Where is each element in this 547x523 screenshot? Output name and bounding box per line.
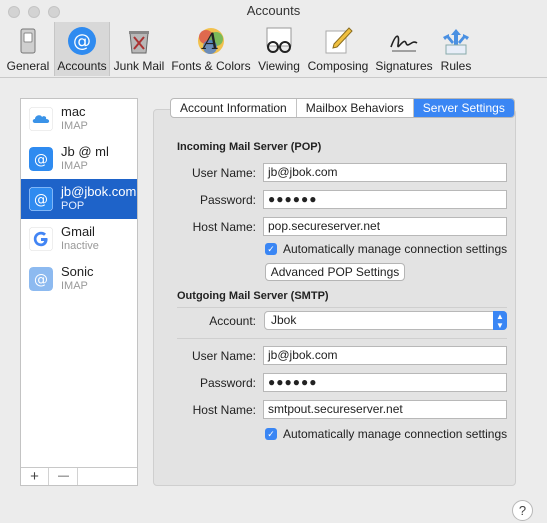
toolbar-signatures[interactable]: Signatures — [374, 22, 434, 76]
incoming-password-label: Password: — [199, 193, 256, 207]
outgoing-divider-2 — [177, 338, 507, 339]
account-item-mac[interactable]: mac IMAP — [21, 99, 137, 139]
outgoing-host-label: Host Name: — [192, 403, 256, 417]
advanced-pop-settings-button[interactable]: Advanced POP Settings — [265, 263, 405, 281]
switch-icon — [20, 28, 36, 54]
preferences-toolbar: General @ Accounts Junk Mail A Fonts & C… — [0, 22, 547, 78]
glasses-icon — [266, 27, 292, 53]
window-title: Accounts — [246, 3, 301, 18]
tab-mailbox-behaviors[interactable]: Mailbox Behaviors — [297, 99, 414, 117]
svg-text:@: @ — [34, 272, 48, 288]
settings-tabs: Account Information Mailbox Behaviors Se… — [170, 98, 515, 118]
tab-account-information[interactable]: Account Information — [171, 99, 297, 117]
outgoing-user-field[interactable]: jb@jbok.com — [263, 346, 507, 365]
toolbar-general[interactable]: General — [5, 22, 51, 76]
outgoing-user-label: User Name: — [191, 349, 256, 363]
at-sign-icon: @ — [68, 27, 96, 55]
svg-text:@: @ — [34, 152, 48, 168]
icloud-icon — [29, 107, 53, 131]
outgoing-auto-manage-checkbox[interactable]: ✓ — [265, 428, 277, 440]
incoming-host-field[interactable]: pop.secureserver.net — [263, 217, 507, 236]
google-g-icon — [29, 227, 53, 251]
toolbar-viewing[interactable]: Viewing — [256, 22, 302, 76]
incoming-user-field[interactable]: jb@jbok.com — [263, 163, 507, 182]
toolbar-composing[interactable]: Composing — [305, 22, 371, 76]
incoming-auto-manage-label: Automatically manage connection settings — [283, 242, 508, 256]
svg-text:@: @ — [34, 192, 48, 208]
outgoing-password-label: Password: — [199, 376, 256, 390]
toolbar-fonts-colors[interactable]: A Fonts & Colors — [169, 22, 253, 76]
account-item-gmail[interactable]: Gmail Inactive — [21, 219, 137, 259]
chevron-updown-icon: ▲ ▼ — [493, 311, 507, 330]
font-a-icon: A — [198, 28, 224, 55]
tab-server-settings[interactable]: Server Settings — [413, 99, 514, 117]
accounts-list: mac IMAP @ Jb @ ml IMAP @ jb@jbok.com PO… — [20, 98, 138, 486]
outgoing-auto-manage-label: Automatically manage connection settings — [283, 427, 508, 441]
minimize-window-button[interactable] — [28, 6, 40, 18]
toolbar-junk-mail[interactable]: Junk Mail — [112, 22, 166, 76]
signature-icon — [390, 35, 418, 52]
at-sign-icon: @ — [29, 187, 53, 211]
outgoing-account-value: Jbok — [271, 313, 297, 327]
account-item-sonic[interactable]: @ Sonic IMAP — [21, 259, 137, 299]
account-item-jb-ml[interactable]: @ Jb @ ml IMAP — [21, 139, 137, 179]
close-window-button[interactable] — [8, 6, 20, 18]
outgoing-password-field[interactable]: ●●●●●● — [263, 373, 507, 392]
pencil-icon — [325, 27, 353, 54]
at-sign-icon: @ — [29, 147, 53, 171]
rules-arrows-icon — [443, 29, 469, 55]
outgoing-divider — [177, 307, 507, 308]
add-account-button[interactable]: + — [21, 468, 49, 485]
incoming-user-label: User Name: — [191, 166, 256, 180]
incoming-host-label: Host Name: — [192, 220, 256, 234]
remove-account-button[interactable]: — — [50, 468, 78, 485]
accounts-list-footer: + — — [21, 467, 137, 485]
account-item-jbok[interactable]: @ jb@jbok.com POP — [21, 179, 137, 219]
outgoing-heading: Outgoing Mail Server (SMTP) — [177, 290, 329, 302]
trash-bin-icon — [129, 31, 149, 54]
zoom-window-button[interactable] — [48, 6, 60, 18]
toolbar-rules[interactable]: Rules — [436, 22, 476, 76]
incoming-heading: Incoming Mail Server (POP) — [177, 141, 322, 153]
svg-text:@: @ — [73, 31, 91, 52]
outgoing-account-label: Account: — [209, 314, 256, 328]
incoming-password-field[interactable]: ●●●●●● — [263, 190, 507, 209]
incoming-auto-manage-checkbox[interactable]: ✓ — [265, 243, 277, 255]
at-sign-icon: @ — [29, 267, 53, 291]
svg-text:A: A — [201, 30, 219, 55]
outgoing-host-field[interactable]: smtpout.secureserver.net — [263, 400, 507, 419]
window-titlebar: Accounts — [0, 0, 547, 22]
help-button[interactable]: ? — [512, 500, 533, 521]
toolbar-accounts[interactable]: @ Accounts — [54, 22, 110, 76]
outgoing-account-select[interactable]: Jbok ▲ ▼ — [264, 311, 507, 330]
